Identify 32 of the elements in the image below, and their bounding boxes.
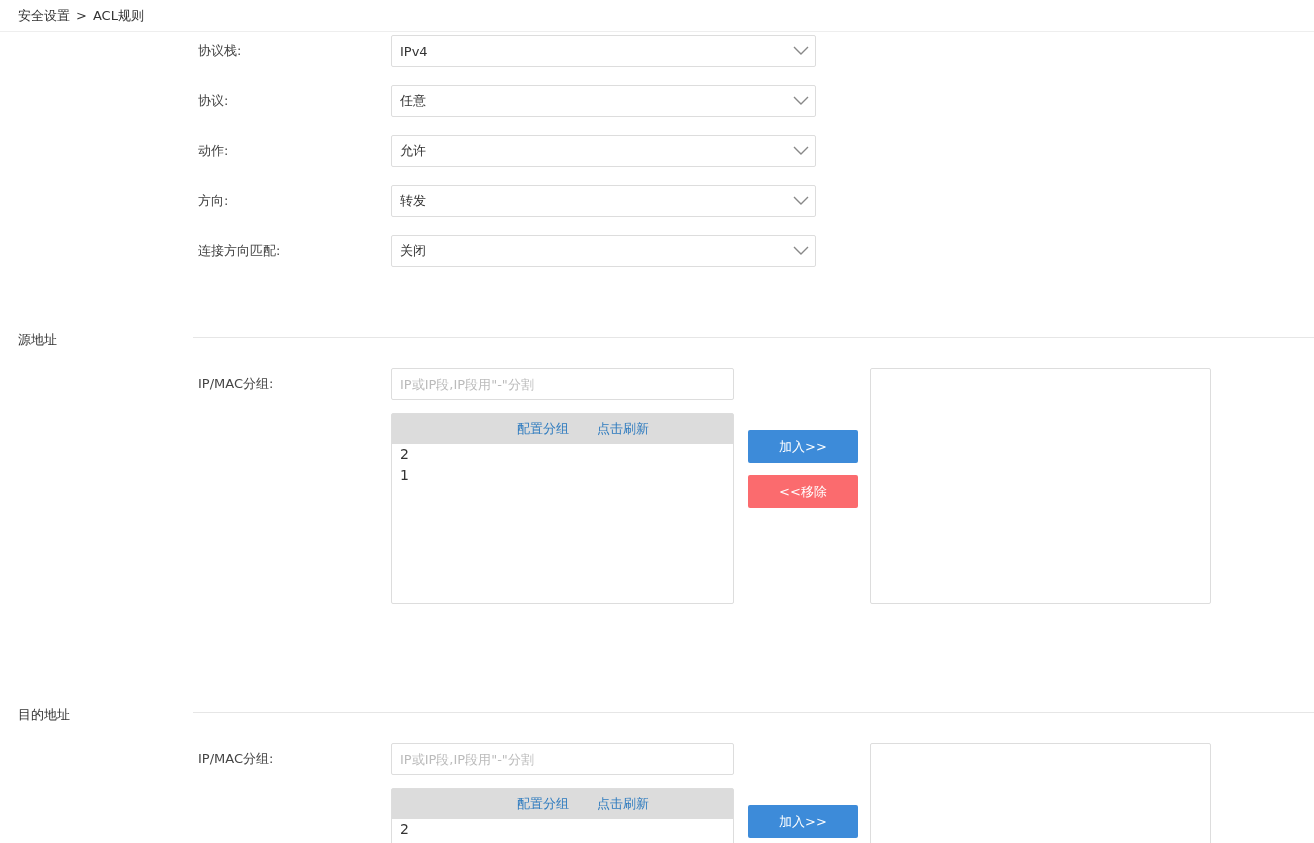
- list-item[interactable]: 2: [392, 819, 733, 840]
- field-label: 连接方向匹配:: [198, 242, 282, 260]
- field-label: IP/MAC分组:: [198, 375, 275, 393]
- list-item[interactable]: 2: [392, 444, 733, 465]
- breadcrumb-link[interactable]: 安全设置: [18, 6, 70, 25]
- ip-input-field[interactable]: IP或IP段,IP段用"-"分割: [391, 368, 734, 400]
- dropdown-select[interactable]: 允许: [391, 135, 816, 167]
- ip-input-field[interactable]: IP或IP段,IP段用"-"分割: [391, 743, 734, 775]
- chevron-down-icon: [793, 146, 809, 156]
- dropdown-select[interactable]: 任意: [391, 85, 816, 117]
- section-title: 源地址: [17, 331, 58, 349]
- chevron-down-icon: [793, 46, 809, 56]
- field-label: 方向:: [198, 192, 230, 210]
- dropdown-select[interactable]: IPv4: [391, 35, 816, 67]
- dropdown-select[interactable]: 关闭: [391, 235, 816, 267]
- chevron-down-icon: [793, 246, 809, 256]
- group-list[interactable]: 配置分组 点击刷新 2 1: [391, 413, 734, 604]
- field-label: 动作:: [198, 142, 230, 160]
- add-button[interactable]: 加入>>: [748, 805, 858, 838]
- dropdown-select[interactable]: 转发: [391, 185, 816, 217]
- chevron-down-icon: [793, 96, 809, 106]
- chevron-down-icon: [793, 196, 809, 206]
- breadcrumb-separator: >: [76, 8, 87, 23]
- group-list[interactable]: 配置分组 点击刷新 2: [391, 788, 734, 843]
- field-label: 协议栈:: [198, 42, 243, 60]
- list-item[interactable]: 1: [392, 465, 733, 486]
- field-label: IP/MAC分组:: [198, 750, 275, 768]
- section-title: 目的地址: [17, 706, 71, 724]
- selected-list[interactable]: [870, 368, 1211, 604]
- field-label: 协议:: [198, 92, 230, 110]
- breadcrumb-current: ACL规则: [92, 6, 144, 25]
- add-button[interactable]: 加入>>: [748, 430, 858, 463]
